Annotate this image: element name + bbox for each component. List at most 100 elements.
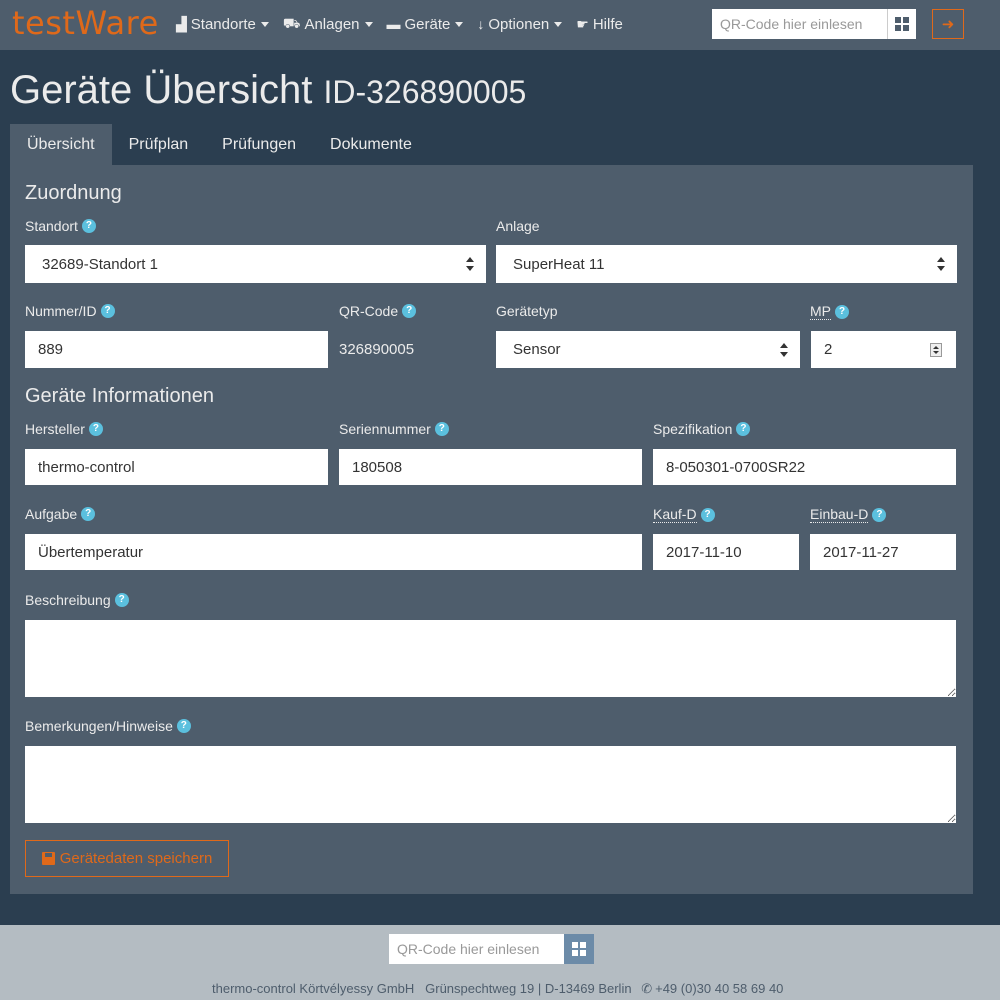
nav-hilfe[interactable]: ☛ Hilfe [576, 14, 623, 34]
help-icon[interactable]: ? [835, 304, 849, 319]
standort-select[interactable]: 32689-Standort 1 [25, 245, 486, 283]
anlage-label-text: Anlage [496, 218, 540, 234]
einbau-d-label: Einbau-D? [810, 506, 887, 523]
aufgabe-label: Aufgabe? [25, 506, 96, 522]
help-icon[interactable]: ? [872, 507, 887, 522]
qrcode-icon [572, 942, 586, 956]
device-id: ID-326890005 [323, 74, 527, 110]
save-device-button[interactable]: Gerätedaten speichern [25, 840, 229, 877]
help-icon[interactable]: ? [114, 593, 129, 607]
spinner-icon[interactable] [930, 342, 942, 357]
beschreibung-textarea[interactable] [25, 620, 956, 697]
seriennummer-value: 180508 [352, 458, 403, 476]
footer-phone[interactable]: +49 (0)30 40 58 69 40 [655, 981, 783, 996]
help-icon[interactable]: ? [100, 304, 115, 318]
tab-uebersicht[interactable]: Übersicht [10, 124, 112, 165]
footer-address: Grünspechtweg 19 | D-13469 Berlin [425, 981, 632, 996]
geraetetyp-select[interactable]: Sensor [496, 331, 800, 368]
geraetetyp-value: Sensor [513, 341, 561, 358]
help-icon[interactable]: ? [736, 422, 751, 436]
tv-icon: ▬ [386, 16, 401, 32]
qrcode-label: QR-Code? [339, 303, 417, 319]
mp-value: 2 [824, 341, 833, 358]
hersteller-label-text: Hersteller [25, 421, 85, 437]
footer-company: thermo-control Körtvélyessy GmbH [212, 981, 415, 996]
nav-standorte-label: Standorte [190, 15, 256, 33]
qr-scan-button[interactable] [887, 9, 916, 39]
help-icon[interactable]: ? [176, 719, 191, 733]
handshake-icon: ☛ [576, 15, 589, 32]
arrow-down-icon: ↓ [477, 16, 485, 32]
geraetetyp-label-text: Gerätetyp [496, 303, 558, 319]
nav-anlagen[interactable]: ⛟ Anlagen [283, 14, 373, 34]
spezifikation-label-text: Spezifikation [653, 421, 733, 437]
nav-optionen[interactable]: ↓ Optionen [477, 14, 563, 34]
sign-out-icon: ➜ [941, 16, 955, 33]
page-title-text: Geräte Übersicht [10, 68, 313, 112]
select-arrows-icon [780, 342, 788, 357]
seriennummer-label: Seriennummer? [339, 421, 449, 437]
aufgabe-value: Übertemperatur [38, 543, 144, 561]
save-icon [41, 852, 55, 865]
standort-label-text: Standort [25, 218, 78, 234]
einbau-d-label-text: Einbau-D [810, 506, 869, 523]
nummer-input[interactable]: 889 [25, 331, 328, 368]
footer-qr-scan-button[interactable] [564, 934, 594, 964]
nav-optionen-label: Optionen [488, 15, 550, 33]
bemerkungen-textarea[interactable] [25, 746, 956, 823]
bemerkungen-label: Bemerkungen/Hinweise? [25, 718, 191, 734]
logout-button[interactable]: ➜ [932, 9, 964, 39]
nav-anlagen-label: Anlagen [304, 15, 360, 33]
nav-geraete[interactable]: ▬ Geräte [387, 14, 464, 34]
tab-pruefungen[interactable]: Prüfungen [205, 124, 313, 165]
car-icon: ⛟ [282, 14, 301, 31]
select-arrows-icon [937, 257, 945, 271]
einbau-date-input[interactable]: 2017-11-27 [810, 534, 956, 570]
standort-value: 32689-Standort 1 [42, 255, 158, 273]
einbau-value: 2017-11-27 [823, 543, 899, 561]
qrcode-icon [895, 17, 909, 31]
mp-label-text: MP [810, 303, 831, 320]
brand-logo[interactable]: testWare [12, 4, 159, 42]
help-icon[interactable]: ? [88, 422, 103, 436]
tab-dokumente[interactable]: Dokumente [313, 124, 429, 165]
help-icon[interactable]: ? [402, 304, 417, 318]
device-form-panel: Zuordnung Standort? 32689-Standort 1 Anl… [10, 165, 973, 894]
beschreibung-label: Beschreibung? [25, 592, 129, 608]
tab-bar: Übersicht Prüfplan Prüfungen Dokumente [10, 124, 429, 165]
nummer-value: 889 [38, 341, 64, 358]
save-button-label: Gerätedaten speichern [59, 850, 213, 867]
aufgabe-input[interactable]: Übertemperatur [25, 534, 642, 570]
factory-icon: ▟ [176, 15, 187, 32]
kauf-date-input[interactable]: 2017-11-10 [653, 534, 799, 570]
qr-code-input[interactable] [712, 9, 887, 39]
footer-qr-code-input[interactable] [389, 934, 564, 964]
aufgabe-label-text: Aufgabe [25, 506, 78, 522]
hersteller-label: Hersteller? [25, 421, 103, 437]
help-icon[interactable]: ? [434, 422, 449, 436]
anlage-select[interactable]: SuperHeat 11 [496, 245, 957, 283]
caret-down-icon [554, 21, 563, 27]
scrollbar-track[interactable] [990, 925, 1000, 1000]
footer-qr-search-group [389, 934, 594, 964]
seriennummer-input[interactable]: 180508 [339, 449, 642, 485]
section-geraete-informationen: Geräte Informationen [25, 385, 214, 407]
standort-label: Standort? [25, 218, 96, 234]
spezifikation-input[interactable]: 8-050301-0700SR22 [653, 449, 956, 485]
kauf-d-label: Kauf-D? [653, 506, 715, 523]
help-icon[interactable]: ? [700, 507, 715, 522]
help-icon[interactable]: ? [81, 507, 96, 521]
nav-hilfe-label: Hilfe [592, 15, 623, 33]
caret-down-icon [364, 21, 373, 27]
tab-pruefplan[interactable]: Prüfplan [112, 124, 206, 165]
nummer-label: Nummer/ID? [25, 303, 115, 319]
nav-standorte[interactable]: ▟ Standorte [176, 14, 269, 34]
hersteller-value: thermo-control [38, 458, 135, 476]
help-icon[interactable]: ? [81, 219, 96, 233]
bemerkungen-label-text: Bemerkungen/Hinweise [25, 718, 173, 734]
qrcode-value: 326890005 [339, 341, 415, 358]
mp-number-input[interactable]: 2 [811, 331, 956, 368]
spezifikation-value: 8-050301-0700SR22 [666, 458, 806, 476]
hersteller-input[interactable]: thermo-control [25, 449, 328, 485]
beschreibung-label-text: Beschreibung [25, 592, 111, 608]
